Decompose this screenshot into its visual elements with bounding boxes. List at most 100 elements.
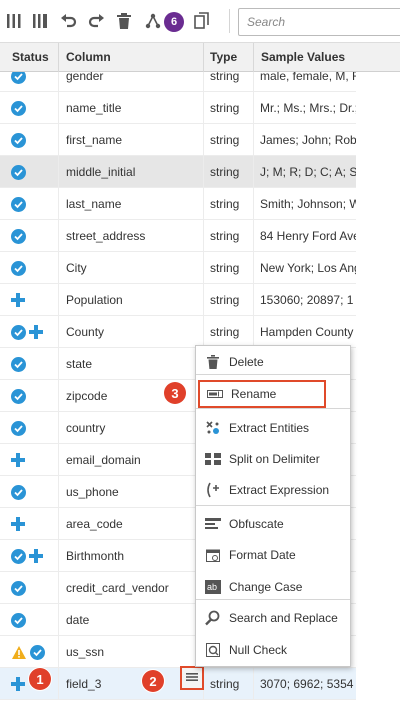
- column-name: us_ssn: [66, 645, 105, 659]
- table-row[interactable]: field_3 string 3070; 6962; 5354: [0, 668, 356, 700]
- split-columns-icon[interactable]: [4, 11, 24, 31]
- menu-item-change-case[interactable]: ab Change Case: [196, 573, 350, 601]
- sample-values: Mr.; Ms.; Mrs.; Dr.;: [260, 101, 356, 115]
- undo-icon[interactable]: [59, 11, 79, 31]
- table-row[interactable]: City string New York; Los Angeles: [0, 252, 356, 284]
- status-cell: [11, 324, 43, 340]
- status-cell: [11, 644, 45, 660]
- check-circle-icon: [11, 324, 26, 340]
- status-cell: [11, 356, 26, 372]
- copy-icon[interactable]: [192, 11, 212, 31]
- table-row[interactable]: first_name string James; John; Robert: [0, 124, 356, 156]
- hamburger-icon: [186, 671, 198, 685]
- warning-icon: [11, 645, 27, 660]
- plus-icon: [11, 293, 25, 307]
- column-type: string: [210, 165, 240, 179]
- column-menu-button[interactable]: [180, 666, 204, 690]
- menu-item-label: Split on Delimiter: [229, 452, 320, 466]
- check-circle-icon: [11, 612, 26, 628]
- column-type: string: [210, 133, 240, 147]
- callout-2: 2: [142, 670, 164, 692]
- status-cell: [11, 612, 26, 628]
- search-input[interactable]: [238, 8, 400, 36]
- redo-icon[interactable]: [86, 11, 106, 31]
- status-cell: [11, 676, 25, 692]
- status-cell: [11, 516, 25, 532]
- status-cell: [11, 132, 26, 148]
- table-row[interactable]: County string Hampden County: [0, 316, 356, 348]
- column-name: us_phone: [66, 485, 119, 499]
- table-row[interactable]: last_name string Smith; Johnson; Williams: [0, 188, 356, 220]
- column-type: string: [210, 261, 240, 275]
- column-name: email_domain: [66, 453, 141, 467]
- header-type[interactable]: Type: [210, 50, 237, 64]
- status-cell: [11, 228, 26, 244]
- menu-item-label: Extract Expression: [229, 483, 330, 497]
- status-cell: [11, 548, 43, 564]
- menu-divider: [196, 408, 350, 409]
- check-circle-icon: [11, 260, 26, 276]
- column-name: state: [66, 357, 93, 371]
- notification-badge[interactable]: 6: [164, 12, 184, 32]
- menu-item-extract-expression[interactable]: Extract Expression: [196, 476, 350, 504]
- table-row[interactable]: name_title string Mr.; Ms.; Mrs.; Dr.;: [0, 92, 356, 124]
- column-name: street_address: [66, 229, 146, 243]
- column-name: name_title: [66, 101, 122, 115]
- menu-item-split-on-delimiter[interactable]: Split on Delimiter: [196, 445, 350, 473]
- trash-icon[interactable]: [114, 11, 134, 31]
- extract-expression-icon: [205, 482, 221, 498]
- callout-1: 1: [29, 668, 51, 690]
- merge-columns-icon[interactable]: [30, 11, 50, 31]
- calendar-icon: [205, 547, 221, 563]
- column-action-menu: Delete Rename Extract Entities Split on Del…: [195, 345, 351, 667]
- check-circle-icon: [11, 548, 26, 564]
- status-cell: [11, 196, 26, 212]
- callout-3: 3: [164, 382, 186, 404]
- column-name: City: [66, 261, 87, 275]
- table-row[interactable]: middle_initial string J; M; R; D; C; A; S;: [0, 156, 356, 188]
- menu-item-extract-entities[interactable]: Extract Entities: [196, 414, 350, 442]
- status-cell: [11, 260, 26, 276]
- header-column[interactable]: Column: [66, 50, 111, 64]
- column-type: string: [210, 197, 240, 211]
- column-name: County: [66, 325, 105, 339]
- menu-item-rename[interactable]: Rename: [198, 380, 326, 408]
- column-type: string: [210, 677, 240, 691]
- status-cell: [11, 580, 26, 596]
- table-row[interactable]: gender string male, female, M, F: [0, 72, 356, 92]
- column-name: Population: [66, 293, 123, 307]
- menu-divider: [196, 504, 350, 506]
- status-cell: [11, 100, 26, 116]
- table-row[interactable]: Population string 153060; 20897; 1: [0, 284, 356, 316]
- share-icon[interactable]: [143, 11, 163, 31]
- menu-item-search-and-replace[interactable]: Search and Replace: [196, 604, 350, 632]
- status-cell: [11, 420, 26, 436]
- toolbar-divider: [229, 9, 230, 33]
- menu-item-label: Obfuscate: [229, 517, 284, 531]
- check-circle-icon: [11, 228, 26, 244]
- column-type: string: [210, 72, 240, 83]
- column-name: Birthmonth: [66, 549, 125, 563]
- check-circle-icon: [11, 100, 26, 116]
- header-sample-values[interactable]: Sample Values: [261, 50, 345, 64]
- menu-item-format-date[interactable]: Format Date: [196, 541, 350, 569]
- table-row[interactable]: street_address string 84 Henry Ford Avenue: [0, 220, 356, 252]
- check-circle-icon: [11, 484, 26, 500]
- toolbar: 6: [0, 0, 400, 42]
- menu-item-label: Rename: [231, 387, 277, 401]
- null-check-icon: [205, 642, 221, 658]
- header-status[interactable]: Status: [12, 50, 49, 64]
- menu-item-obfuscate[interactable]: Obfuscate: [196, 510, 350, 538]
- menu-item-null-check[interactable]: Null Check: [196, 636, 350, 664]
- menu-item-label: Null Check: [229, 643, 288, 657]
- sample-values: Hampden County: [260, 325, 354, 339]
- menu-item-delete[interactable]: Delete: [196, 348, 350, 376]
- obfuscate-icon: [205, 516, 221, 532]
- split-delimiter-icon: [205, 451, 221, 467]
- column-name: last_name: [66, 197, 122, 211]
- plus-icon: [29, 549, 43, 563]
- menu-item-label: Search and Replace: [229, 611, 338, 625]
- status-cell: [11, 388, 26, 404]
- check-circle-icon: [11, 388, 26, 404]
- check-circle-icon: [11, 420, 26, 436]
